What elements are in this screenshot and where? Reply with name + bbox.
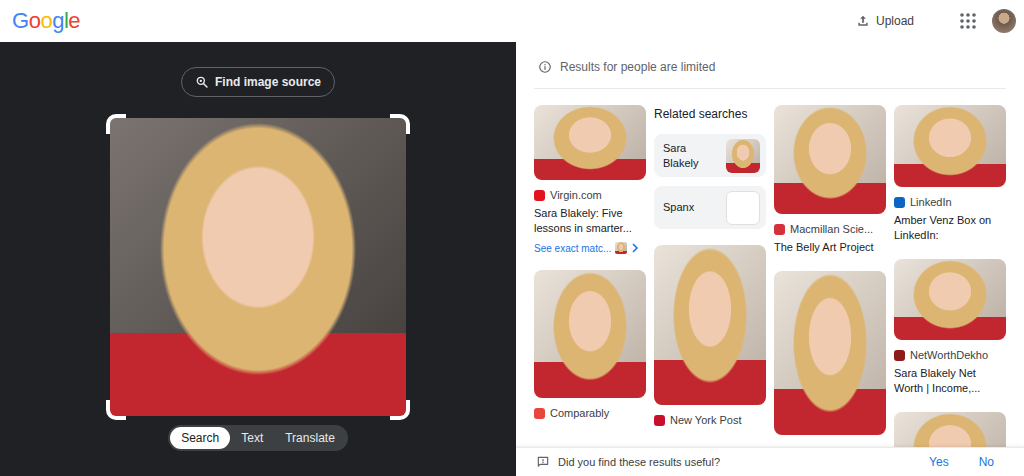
site-favicon-icon: [774, 224, 785, 235]
result-card[interactable]: Macmillan Scie... The Belly Art Project: [774, 105, 886, 255]
results-notice: Results for people are limited: [534, 42, 1006, 89]
results-column: Related searches Sara Blakely Spanx New …: [654, 105, 766, 447]
result-image[interactable]: [534, 105, 646, 180]
upload-button[interactable]: Upload: [848, 10, 922, 32]
result-source: NetWorthDekho: [894, 348, 1006, 362]
top-bar: Google Upload: [0, 0, 1024, 42]
result-image[interactable]: [894, 105, 1006, 187]
result-source: LinkedIn: [894, 195, 1006, 209]
related-search-chip[interactable]: Spanx: [654, 186, 766, 229]
result-card[interactable]: [894, 412, 1006, 447]
image-panel: Find image source SearchTextTranslate: [0, 42, 516, 476]
google-logo[interactable]: Google: [12, 10, 80, 32]
related-searches: Related searches Sara Blakely Spanx: [654, 105, 766, 229]
crop-handle[interactable]: [390, 114, 410, 134]
result-title[interactable]: Amber Venz Box on LinkedIn:: [894, 213, 1006, 243]
info-icon: [538, 60, 552, 74]
result-image[interactable]: [534, 270, 646, 398]
crop-handle[interactable]: [106, 114, 126, 134]
feedback-icon: [536, 455, 550, 469]
site-favicon-icon: [534, 408, 545, 419]
feedback-question: Did you find these results useful?: [558, 456, 720, 468]
result-card[interactable]: NetWorthDekho Sara Blakely Net Worth | I…: [894, 259, 1006, 396]
results-column: LinkedIn Amber Venz Box on LinkedIn: Net…: [894, 105, 1006, 447]
feedback-bar: Did you find these results useful? Yes No: [516, 447, 1024, 476]
crop-handle[interactable]: [390, 400, 410, 420]
site-favicon-icon: [654, 415, 665, 426]
chip-thumbnail: [726, 139, 760, 173]
match-thumbnail: [615, 242, 627, 254]
result-source: New York Post: [654, 413, 766, 427]
related-search-chip[interactable]: Sara Blakely: [654, 134, 766, 177]
chip-thumbnail: [726, 191, 760, 225]
site-favicon-icon: [894, 197, 905, 208]
chevron-right-icon: [631, 243, 639, 253]
results-column: Virgin.com Sara Blakely: Five lessons in…: [534, 105, 646, 447]
results-column: Macmillan Scie... The Belly Art Project: [774, 105, 886, 447]
top-actions: Upload: [848, 9, 1016, 33]
result-source: Comparably: [534, 406, 646, 420]
result-source: Macmillan Scie...: [774, 222, 886, 236]
mode-switcher: SearchTextTranslate: [168, 425, 348, 451]
apps-grid-icon[interactable]: [958, 11, 978, 31]
find-image-source-button[interactable]: Find image source: [181, 67, 335, 97]
result-card[interactable]: New York Post: [654, 245, 766, 427]
results-panel: Results for people are limited Virgin.co…: [516, 42, 1024, 476]
result-image[interactable]: [894, 259, 1006, 340]
query-image[interactable]: [110, 118, 406, 416]
result-title[interactable]: The Belly Art Project: [774, 240, 886, 255]
result-source: Virgin.com: [534, 188, 646, 202]
feedback-button[interactable]: No: [975, 453, 998, 471]
result-image[interactable]: [774, 271, 886, 435]
account-avatar[interactable]: [992, 9, 1016, 33]
lens-search-icon: [195, 75, 209, 89]
result-card[interactable]: Comparably: [534, 270, 646, 420]
result-card[interactable]: Virgin.com Sara Blakely: Five lessons in…: [534, 105, 646, 254]
result-image[interactable]: [654, 245, 766, 405]
feedback-button[interactable]: Yes: [925, 453, 953, 471]
main-area: Find image source SearchTextTranslate Re…: [0, 42, 1024, 476]
upload-icon: [856, 14, 870, 28]
result-card[interactable]: [774, 271, 886, 435]
google-lens-page: Google Upload Find image source SearchTe…: [0, 0, 1024, 476]
result-image[interactable]: [774, 105, 886, 214]
site-favicon-icon: [894, 350, 905, 361]
mode-tab[interactable]: Search: [170, 427, 230, 449]
mode-tab[interactable]: Translate: [274, 427, 346, 449]
result-card[interactable]: LinkedIn Amber Venz Box on LinkedIn:: [894, 105, 1006, 243]
result-image[interactable]: [894, 412, 1006, 447]
result-title[interactable]: Sara Blakely Net Worth | Income,...: [894, 366, 1006, 396]
result-title[interactable]: Sara Blakely: Five lessons in smarter...: [534, 206, 646, 236]
related-searches-title: Related searches: [654, 105, 766, 121]
results-grid: Virgin.com Sara Blakely: Five lessons in…: [516, 89, 1024, 447]
site-favicon-icon: [534, 190, 545, 201]
mode-tab[interactable]: Text: [230, 427, 274, 449]
crop-handle[interactable]: [106, 400, 126, 420]
exact-match-link[interactable]: See exact matc...: [534, 242, 646, 254]
